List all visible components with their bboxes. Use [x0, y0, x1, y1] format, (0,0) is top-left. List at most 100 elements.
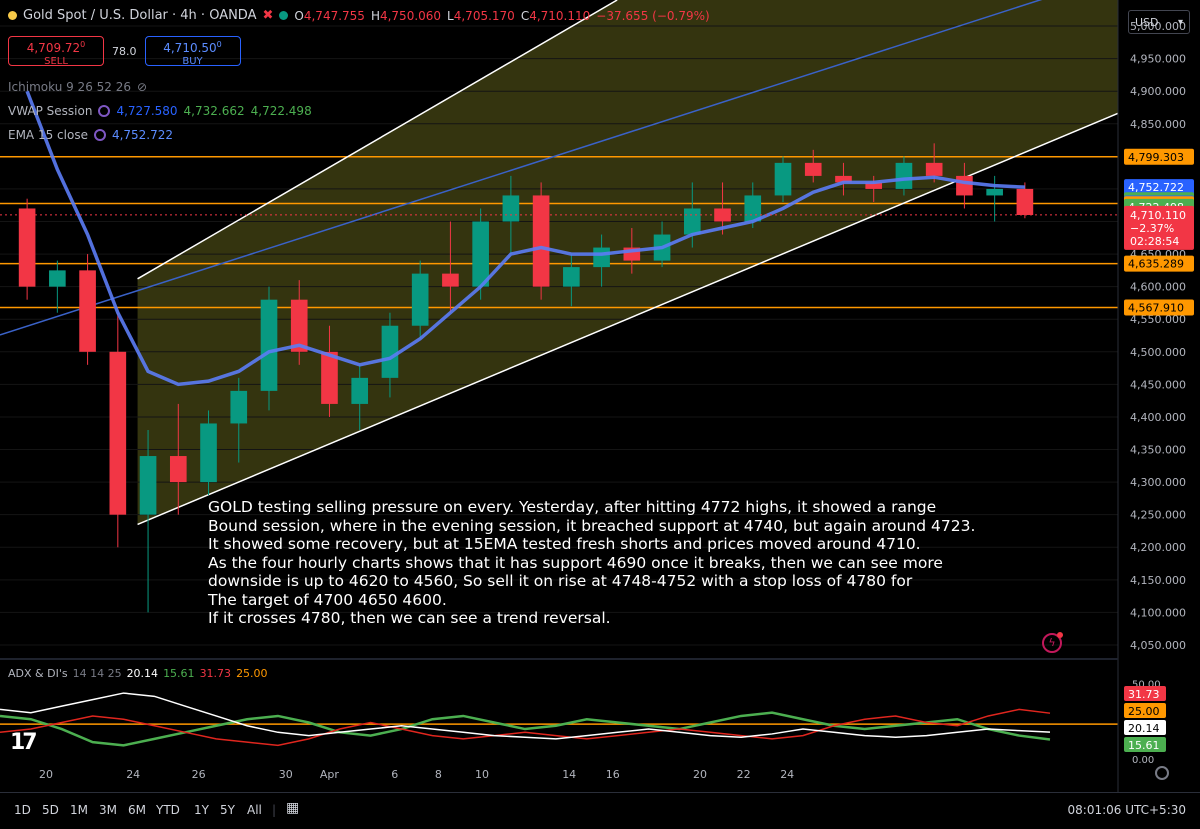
currency-select[interactable]: USD: [1128, 10, 1190, 35]
buy-label: BUY: [182, 56, 203, 67]
bottom-toolbar: 1D 5D 1M 3M 6M YTD 1Y 5Y All | ▦ 08:01:0…: [0, 792, 1200, 829]
x-tick-label: 24: [126, 768, 140, 781]
range-3m[interactable]: 3M: [99, 803, 117, 817]
candle-body: [18, 208, 36, 287]
vwap-label: VWAP Session: [8, 104, 93, 118]
vwap-value: 4,727.580: [116, 104, 178, 118]
x-tick-label: 16: [606, 768, 620, 781]
candle-body: [956, 175, 973, 196]
last-price-tag-label: 02:28:54: [1130, 235, 1179, 248]
range-1m[interactable]: 1M: [70, 803, 88, 817]
panel-separator[interactable]: [0, 658, 1118, 660]
y-tick-label: 4,400.000: [1130, 411, 1186, 424]
candle-body: [49, 270, 66, 287]
range-5d[interactable]: 5D: [42, 803, 59, 817]
y-tick-label: 4,600.000: [1130, 281, 1186, 294]
flash-alert-icon[interactable]: ϟ: [1042, 632, 1063, 653]
y-tick-label: 4,100.000: [1130, 606, 1186, 619]
candle-body: [925, 162, 943, 176]
settings-icon[interactable]: [98, 105, 111, 117]
x-tick-label: 20: [39, 768, 53, 781]
hidden-eye-icon[interactable]: ⊘: [137, 80, 147, 94]
ichimoku-legend[interactable]: Ichimoku 9 26 52 26 ⊘: [8, 80, 147, 94]
x-tick-label: Apr: [320, 768, 340, 781]
x-tick-label: 14: [562, 768, 576, 781]
y-tick-label: 4,250.000: [1130, 509, 1186, 522]
ichimoku-label: Ichimoku 9 26 52 26: [8, 80, 131, 94]
ema-legend[interactable]: EMA 15 close 4,752.722: [8, 128, 173, 142]
range-6m[interactable]: 6M: [128, 803, 146, 817]
last-price-tag-label: 4,710.110: [1130, 209, 1186, 222]
range-ytd[interactable]: YTD: [156, 803, 180, 817]
candle-body: [472, 221, 489, 287]
open-value: 4,747.755: [303, 8, 365, 23]
candle-body: [200, 423, 217, 483]
symbol-title[interactable]: Gold Spot / U.S. Dollar · 4h · OANDA: [23, 8, 257, 23]
candle-body: [563, 267, 580, 287]
adx-tag-label: 20.14: [1128, 722, 1160, 735]
vwap-legend[interactable]: VWAP Session 4,727.580 4,732.662 4,722.4…: [8, 104, 312, 118]
buy-price: 4,710.50: [163, 41, 217, 55]
sell-label: SELL: [44, 56, 68, 67]
adx-tag-label: 25.00: [1128, 705, 1160, 718]
y-tick-label: 4,850.000: [1130, 118, 1186, 131]
candle-body: [804, 162, 822, 176]
x-tick-label: 6: [391, 768, 398, 781]
buy-button[interactable]: 4,710.500 BUY: [144, 36, 241, 67]
utc-clock[interactable]: 08:01:06 UTC+5:30: [1068, 803, 1187, 817]
adx-tag-label: 31.73: [1128, 688, 1160, 701]
low-value: 4,705.170: [453, 8, 515, 23]
y-tick-label: 4,500.000: [1130, 346, 1186, 359]
settings-icon[interactable]: [93, 129, 106, 141]
tradingview-logo[interactable]: 17: [10, 730, 38, 755]
candle-body: [1016, 188, 1034, 215]
candle-body: [502, 195, 520, 222]
chart-settings-icon[interactable]: [1155, 766, 1169, 780]
candle-body: [532, 195, 550, 287]
candle-body: [774, 162, 792, 196]
toolbar-divider: |: [272, 803, 277, 817]
gold-logo-icon: [8, 11, 17, 20]
range-1y[interactable]: 1Y: [194, 803, 209, 817]
candle-body: [895, 162, 913, 189]
y-tick-label: 4,150.000: [1130, 574, 1186, 587]
candle-body: [411, 273, 429, 326]
range-all[interactable]: All: [247, 803, 262, 817]
candle-body: [593, 247, 610, 268]
market-status-icon: [279, 11, 289, 20]
adx-label: ADX & DI's: [8, 667, 68, 680]
chart-svg[interactable]: 5,000.0004,950.0004,900.0004,850.0004,80…: [0, 0, 1200, 828]
candle-body: [230, 390, 248, 424]
vwap-lower-value: 4,722.498: [250, 104, 312, 118]
price-tag-label: 4,635.289: [1128, 258, 1184, 271]
candle-body: [442, 273, 459, 287]
y-tick-label: 4,350.000: [1130, 444, 1186, 457]
adx-value: 20.14: [126, 667, 159, 680]
range-1d[interactable]: 1D: [14, 803, 31, 817]
trade-panel: 4,709.720 SELL 78.0 4,710.500 BUY: [8, 36, 241, 67]
candle-body: [381, 325, 399, 378]
y-tick-label: 4,300.000: [1130, 476, 1186, 489]
x-tick-label: 26: [192, 768, 206, 781]
chart-header: Gold Spot / U.S. Dollar · 4h · OANDA ✖ O…: [8, 8, 716, 23]
close-marker-icon: ✖: [262, 8, 274, 23]
x-tick-label: 24: [780, 768, 794, 781]
candle-body: [683, 208, 701, 235]
candle-body: [986, 188, 1003, 196]
analysis-annotation: GOLD testing selling pressure on every. …: [208, 498, 976, 627]
calendar-icon[interactable]: ▦: [286, 800, 299, 816]
ema-label: EMA 15 close: [8, 128, 88, 142]
sell-button[interactable]: 4,709.720 SELL: [8, 36, 104, 67]
adx-params: 14 14 25: [72, 667, 122, 680]
adx-legend[interactable]: ADX & DI's 14 14 25 20.14 15.61 31.73 25…: [8, 667, 268, 680]
x-tick-label: 10: [475, 768, 489, 781]
x-tick-label: 22: [737, 768, 751, 781]
y-tick-label: 4,950.000: [1130, 53, 1186, 66]
candle-body: [79, 270, 96, 352]
adx-tag-label: 15.61: [1128, 739, 1160, 752]
close-value: 4,710.110: [529, 8, 591, 23]
range-5y[interactable]: 5Y: [220, 803, 235, 817]
high-value: 4,750.060: [379, 8, 442, 23]
price-tag-label: 4,567.910: [1128, 302, 1184, 315]
candle-body: [109, 351, 127, 515]
